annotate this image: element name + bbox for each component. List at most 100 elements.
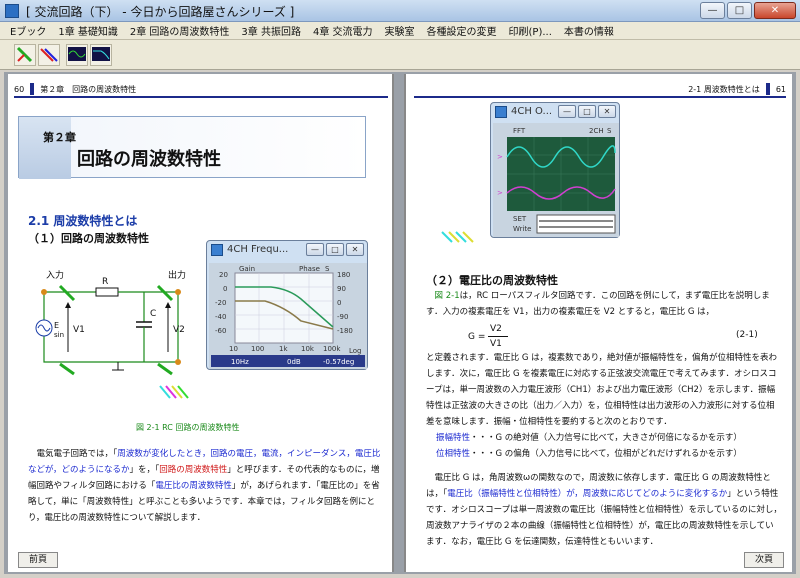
menu-ebook[interactable]: Eブック [4, 23, 52, 38]
formula-denominator: V1 [490, 339, 502, 349]
analyzer-display: Gain Phase S 20 0 -20 -40 -60 180 90 0 -… [209, 263, 367, 369]
multi-probe-icon[interactable] [38, 44, 60, 66]
phase-list-item: 位相特性・・・G の偏角（入力信号に比べて，位相がどれだけずれるかを示す） [436, 446, 782, 462]
y-left-tick: 0 [223, 285, 227, 293]
probe-icon[interactable] [14, 44, 36, 66]
paragraph-part: 電気電子回路では，「 [28, 449, 118, 459]
scope-minimize-button[interactable]: — [558, 105, 576, 118]
menu-chapter3[interactable]: 3章 共振回路 [235, 23, 307, 38]
scope-display: FFT 2CH S > > SET Write [493, 123, 619, 237]
minimize-button[interactable]: — [700, 2, 725, 19]
probe-cluster-icon[interactable] [440, 230, 480, 244]
analyzer-title-bar[interactable]: 4CH Frequ... — □ ✕ [207, 241, 367, 259]
chapter-tab [19, 117, 71, 179]
left-page-number: 60 [14, 84, 25, 94]
right-page-header: 2-1 周波数特性とは 61 [414, 82, 786, 98]
scope-title: 4CH O... [511, 106, 553, 117]
probe-2 [59, 362, 75, 376]
menu-info[interactable]: 本書の情報 [558, 23, 620, 38]
circuit-output-label: 出力 [168, 269, 186, 281]
y-right-tick: -90 [337, 313, 348, 321]
header-bar [30, 83, 35, 95]
formula-numerator: V2 [490, 324, 502, 334]
x-tick: 100k [323, 345, 341, 353]
circuit-wire-left [43, 292, 179, 363]
fft-button: FFT [513, 127, 526, 135]
left-header-text: 第２章 回路の周波数特性 [40, 84, 137, 94]
menu-lab[interactable]: 実験室 [379, 23, 421, 38]
figure-reference-link[interactable]: 図 2-1 [435, 291, 460, 301]
x-tick: 1k [279, 345, 288, 353]
x-tick: 100 [251, 345, 264, 353]
menu-chapter1[interactable]: 1章 基礎知識 [52, 23, 124, 38]
menu-print[interactable]: 印刷(P)... [503, 23, 558, 38]
left-page-header: 60 第２章 回路の周波数特性 [14, 82, 388, 98]
circuit-input-label: 入力 [46, 269, 64, 281]
gain-label: Gain [239, 265, 255, 273]
next-page-button[interactable]: 次頁 [744, 552, 784, 568]
twoch-button: 2CH [589, 127, 604, 135]
y-left-tick: -60 [215, 327, 226, 335]
capacitor-label: C [150, 309, 156, 319]
resistor-label: R [102, 277, 108, 287]
menu-settings[interactable]: 各種設定の変更 [421, 23, 503, 38]
x-tick: 10 [229, 345, 238, 353]
readout-frequency: 10Hz [231, 358, 249, 366]
left-paragraph: 電気電子回路では，「周波数が変化したとき，回路の電圧，電流，インピーダンス，電圧… [28, 446, 382, 526]
formula-lhs: G = [468, 332, 486, 342]
oscilloscope-window[interactable]: 4CH O... — □ ✕ FFT 2CH S > > SET Write [490, 102, 620, 238]
analyzer-minimize-button[interactable]: — [306, 243, 324, 256]
terminal-right-top [175, 289, 181, 295]
right-paragraph-1: 図 2-1は，RC ローパスフィルタ回路です．この回路を例にして，まず電圧比を説… [426, 288, 782, 320]
amplitude-label: 振幅特性 [436, 433, 471, 443]
paragraph-part-emphasis: 回路の周波数特性 [159, 465, 228, 475]
app-icon [5, 4, 19, 18]
right-subsection-title: （２）電圧比の周波数特性 [426, 274, 558, 287]
y-right-tick: 180 [337, 271, 350, 279]
source-label-sin: sin [54, 331, 64, 339]
probe-4 [157, 362, 173, 376]
scope-maximize-button[interactable]: □ [578, 105, 596, 118]
oscilloscope-icon[interactable] [66, 44, 88, 66]
probe-cluster-icon[interactable] [158, 384, 192, 400]
title-bar[interactable]: [ 交流回路（下） - 今日から回路屋さんシリーズ ] — □ ✕ [0, 0, 800, 22]
scope-close-button[interactable]: ✕ [598, 105, 616, 118]
scope-control-panel [536, 214, 616, 234]
paragraph-part [426, 291, 435, 301]
chapter-title: 回路の周波数特性 [77, 149, 221, 170]
right-page-number: 61 [775, 84, 786, 94]
ch1-marker: > [497, 153, 503, 161]
y-left-tick: 20 [219, 271, 228, 279]
analyzer-title: 4CH Frequ... [227, 244, 289, 255]
header-bar [765, 83, 770, 95]
amplitude-text: ・・・G の絶対値（入力信号に比べて，大きさが何倍になるかを示す） [470, 433, 742, 443]
figure-caption: 図 2-1 RC 回路の周波数特性 [136, 423, 240, 432]
window-title: [ 交流回路（下） - 今日から回路屋さんシリーズ ] [26, 5, 295, 19]
frequency-analyzer-window[interactable]: 4CH Frequ... — □ ✕ Gain Phase S 20 0 -20… [206, 240, 368, 370]
analyzer-maximize-button[interactable]: □ [326, 243, 344, 256]
maximize-button[interactable]: □ [727, 2, 752, 19]
phase-label: Phase [299, 265, 320, 273]
amplitude-list-item: 振幅特性・・・G の絶対値（入力信号に比べて，大きさが何倍になるかを示す） [436, 430, 782, 446]
analyzer-s-label: S [325, 265, 330, 273]
scope-title-bar[interactable]: 4CH O... — □ ✕ [491, 103, 619, 121]
paragraph-part: 」を，「 [129, 465, 160, 475]
terminal-left-top [41, 289, 47, 295]
prev-page-button[interactable]: 前頁 [18, 552, 58, 568]
close-button[interactable]: ✕ [754, 2, 796, 19]
x-tick: 10k [301, 345, 315, 353]
analyzer-app-icon [211, 244, 223, 256]
section-title: 2.1 周波数特性とは [28, 214, 138, 228]
phase-label: 位相特性 [436, 449, 471, 459]
probe-3 [156, 284, 174, 302]
right-paragraph-2: と定義されます．電圧比 G は，複素数であり，絶対値が振幅特性を，偏角が位相特性… [426, 353, 777, 427]
ch2-marker: > [497, 189, 503, 197]
menu-chapter4[interactable]: 4章 交流電力 [307, 23, 379, 38]
analyzer-icon[interactable] [90, 44, 112, 66]
y-right-tick: 0 [337, 299, 341, 307]
analyzer-close-button[interactable]: ✕ [346, 243, 364, 256]
readout-phase: -0.57deg [323, 358, 354, 366]
menu-chapter2[interactable]: 2章 回路の周波数特性 [124, 23, 236, 38]
right-header-text: 2-1 周波数特性とは [688, 84, 760, 94]
v2-label: V2 [173, 325, 185, 335]
